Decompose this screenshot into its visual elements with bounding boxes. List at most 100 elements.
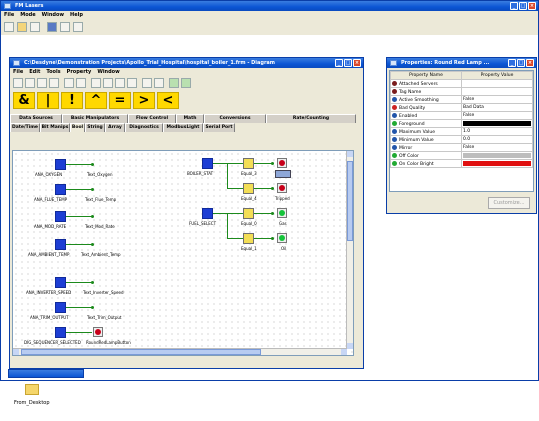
open-folder-icon[interactable] [17,22,27,32]
scroll-left-button[interactable] [13,349,19,355]
properties-maximize-button[interactable]: □ [517,59,525,67]
diagram-menu-file[interactable]: File [13,68,23,76]
color-swatch[interactable] [463,153,531,158]
new-file-icon[interactable] [4,22,14,32]
property-value[interactable]: False [461,111,533,120]
equal-gate[interactable] [243,208,254,219]
property-row[interactable]: Off Color [390,151,533,160]
greater-symbol-button[interactable]: > [133,92,155,109]
property-row[interactable]: Mirror False [390,143,533,152]
tab-string[interactable]: String [85,123,105,132]
h-scroll-thumb[interactable] [21,349,261,355]
equal-gate[interactable] [243,233,254,244]
oil-lamp[interactable] [277,233,287,243]
property-row[interactable]: Tag Name [390,87,533,96]
tab-data-sources[interactable]: Data Sources [10,114,62,123]
diagram-menu-window[interactable]: Window [97,68,119,76]
save-icon[interactable] [13,78,23,88]
tab-rate-counting[interactable]: Rate/Counting [266,114,356,123]
analog-input-block[interactable] [55,277,66,288]
analog-input-block[interactable] [55,184,66,195]
property-value[interactable]: 0.0 [461,135,533,144]
property-row[interactable]: On Color Bright [390,159,533,168]
properties-titlebar[interactable]: Properties: Round Red Lamp ... _ □ × [387,58,536,68]
property-value[interactable] [461,159,533,168]
property-value[interactable]: False [461,95,533,104]
tripped-lamp[interactable] [277,183,287,193]
grid-icon[interactable] [169,78,179,88]
tab-basic-manipulators[interactable]: Basic Manipulators [62,114,128,123]
scroll-right-button[interactable] [341,349,347,355]
zoom-in-icon[interactable] [91,78,101,88]
gas-lamp[interactable] [277,208,287,218]
boiler-stat-block[interactable] [202,158,213,169]
menu-file[interactable]: File [4,11,14,19]
diagram-close-button[interactable]: × [353,59,361,67]
run-icon[interactable] [47,22,57,32]
tab-bit-manips[interactable]: Bit Manips [40,123,70,132]
close-button[interactable]: × [528,2,536,10]
snap-icon[interactable] [181,78,191,88]
properties-close-button[interactable]: × [526,59,534,67]
tab-conversions[interactable]: Conversions [204,114,266,123]
property-row[interactable]: Foreground [390,119,533,128]
less-symbol-button[interactable]: < [157,92,179,109]
zoom-fit-icon[interactable] [115,78,125,88]
property-value[interactable]: False [461,143,533,152]
property-value[interactable] [461,79,533,88]
stop-icon[interactable] [60,22,70,32]
or-symbol-button[interactable]: | [37,92,59,109]
tab-serial-port[interactable]: Serial Port [203,123,235,132]
digital-input-block[interactable] [55,327,66,338]
diagram-maximize-button[interactable]: □ [344,59,352,67]
folder-label[interactable]: From_Desktop [14,400,50,406]
diagram-canvas[interactable]: ANA_OXYGEN Text_Oxygen ANA_FLUE_TEMP Tex… [12,150,354,356]
properties-minimize-button[interactable]: _ [508,59,516,67]
zoom-reset-icon[interactable] [127,78,137,88]
menu-window[interactable]: Window [42,11,64,19]
redo-icon[interactable] [76,78,86,88]
diagram-minimize-button[interactable]: _ [335,59,343,67]
wire-icon[interactable] [154,78,164,88]
property-value[interactable]: Bad Data [461,103,533,112]
tab-date-time[interactable]: Date/Time [10,123,40,132]
tab-bool[interactable]: Bool [70,123,85,132]
and-symbol-button[interactable]: & [13,92,35,109]
minimized-window[interactable] [8,369,84,378]
tab-diagnostics[interactable]: Diagnostics [125,123,163,132]
scroll-up-button[interactable] [347,151,353,157]
minimize-button[interactable]: _ [510,2,518,10]
property-row[interactable]: Enabled False [390,111,533,120]
property-value[interactable] [461,87,533,96]
copy-icon[interactable] [49,78,59,88]
vertical-scrollbar[interactable] [346,151,353,349]
folder-icon[interactable] [25,384,39,395]
not-symbol-button[interactable]: ! [61,92,83,109]
undo-icon[interactable] [64,78,74,88]
property-row[interactable]: Minimum Value 0.0 [390,135,533,144]
horizontal-scrollbar[interactable] [13,348,347,355]
red-lamp[interactable] [277,158,287,168]
diagram-titlebar[interactable]: C:\Desdyne\Demonstration Projects\Apollo… [10,58,363,68]
diagram-menu-property[interactable]: Property [67,68,92,76]
color-swatch[interactable] [463,121,531,126]
property-row[interactable]: Attached Servers [390,79,533,88]
zoom-out-icon[interactable] [103,78,113,88]
equal-gate[interactable] [243,158,254,169]
tab-math[interactable]: Math [176,114,204,123]
property-row[interactable]: Bad Quality Bad Data [390,103,533,112]
diagram-menu-edit[interactable]: Edit [29,68,40,76]
maximize-button[interactable]: □ [519,2,527,10]
property-value[interactable] [461,151,533,160]
xor-symbol-button[interactable]: ^ [85,92,107,109]
round-red-lamp-button[interactable] [93,327,103,337]
property-value[interactable] [461,119,533,128]
tab-modbuslight[interactable]: ModbusLight [163,123,203,132]
menu-mode[interactable]: Mode [20,11,35,19]
save-icon[interactable] [30,22,40,32]
settings-icon[interactable] [73,22,83,32]
diagram-menu-tools[interactable]: Tools [46,68,60,76]
tab-flow-control[interactable]: Flow Control [128,114,176,123]
print-icon[interactable] [25,78,35,88]
analog-input-block[interactable] [55,159,66,170]
